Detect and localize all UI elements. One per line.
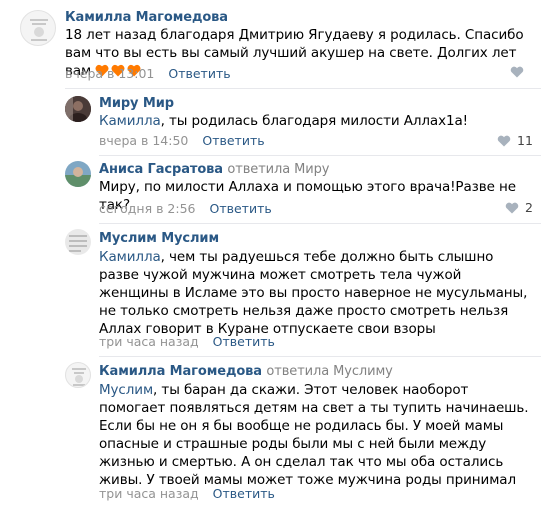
comment-time[interactable]: вчера в 14:50 — [99, 133, 188, 148]
like-button[interactable] — [510, 66, 530, 78]
comment-author[interactable]: Муслим Муслим — [99, 231, 219, 246]
reply-button[interactable]: Ответить — [202, 133, 264, 148]
divider — [99, 223, 541, 224]
like-count: 2 — [525, 200, 533, 215]
comment-meta: вчера в 13:01 Ответить — [65, 66, 231, 81]
comment-time[interactable]: три часа назад — [99, 334, 199, 349]
comment-addressee[interactable]: Камилла — [99, 249, 161, 265]
comment-author[interactable]: Аниса Гасратова ответила Миру — [99, 162, 329, 177]
comment-time[interactable]: сегодня в 2:56 — [99, 201, 196, 216]
comment-author[interactable]: Камилла Магомедова ответила Муслиму — [99, 364, 393, 379]
reply-to-label[interactable]: ответила Миру — [227, 162, 329, 177]
comment-meta: вчера в 14:50 Ответить — [99, 133, 265, 148]
heart-icon — [510, 66, 524, 78]
reply-button[interactable]: Ответить — [213, 334, 275, 349]
comment-text: Камилла, чем ты радуешься тебе должно бы… — [99, 249, 528, 337]
reply-to-label[interactable]: ответила Муслиму — [266, 364, 392, 379]
reply-button[interactable]: Ответить — [209, 201, 271, 216]
comment-meta: три часа назад Ответить — [99, 486, 275, 501]
comment-meta: три часа назад Ответить — [99, 334, 275, 349]
divider — [65, 88, 541, 89]
avatar[interactable] — [65, 161, 91, 187]
comment-addressee[interactable]: Камилла — [99, 113, 161, 129]
avatar[interactable] — [65, 229, 91, 255]
reply-button[interactable]: Ответить — [168, 66, 230, 81]
reply-button[interactable]: Ответить — [213, 486, 275, 501]
heart-icon — [497, 135, 511, 146]
comment-time[interactable]: вчера в 13:01 — [65, 66, 154, 81]
heart-icon — [505, 202, 519, 213]
like-button[interactable]: 11 — [497, 133, 533, 148]
divider — [99, 155, 541, 156]
avatar[interactable] — [65, 362, 91, 388]
like-count: 11 — [517, 133, 533, 148]
avatar[interactable] — [65, 96, 91, 122]
comment-time[interactable]: три часа назад — [99, 486, 199, 501]
comment-text: Муслим, ты баран да скажи. Этот человек … — [99, 382, 529, 488]
comment-author[interactable]: Камилла Магомедова — [65, 10, 228, 25]
avatar[interactable] — [20, 10, 56, 46]
comment-text: Камилла, ты родилась благодаря милости А… — [99, 113, 468, 129]
comment-meta: сегодня в 2:56 Ответить — [99, 201, 272, 216]
divider — [99, 356, 541, 357]
comment-author[interactable]: Миру Мир — [99, 96, 174, 111]
comment-addressee[interactable]: Муслим — [99, 382, 153, 398]
like-button[interactable]: 2 — [505, 200, 533, 215]
